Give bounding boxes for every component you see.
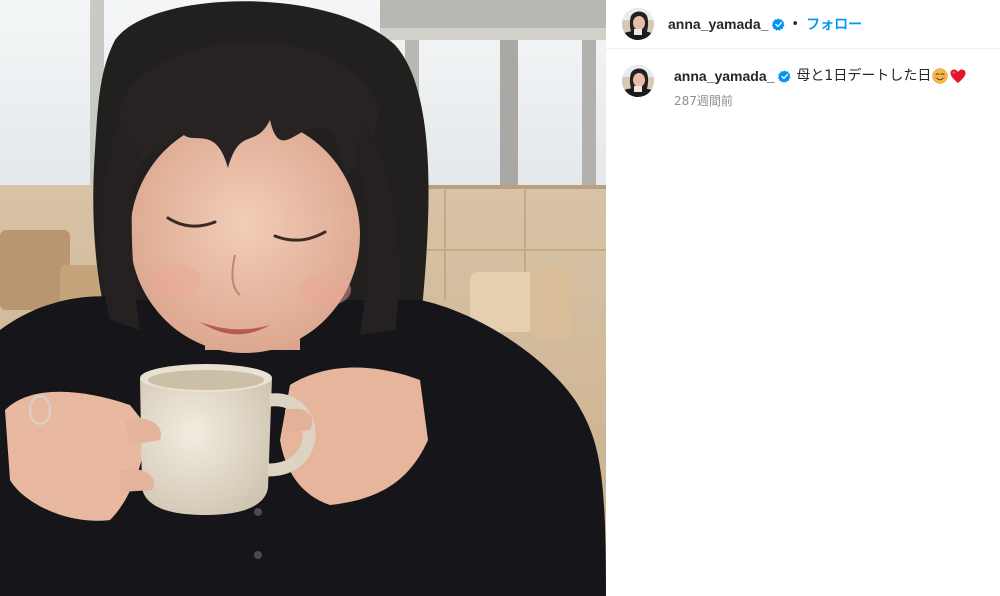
smiling-face-emoji-icon (932, 68, 949, 84)
header-separator: • (791, 16, 800, 32)
verified-badge-icon (772, 17, 785, 31)
post-side-panel: anna_yamada_ • フォロー anna_yamada_ 母と1日デート… (606, 0, 1000, 596)
post-header: anna_yamada_ • フォロー (606, 0, 1000, 49)
verified-badge-icon (778, 69, 791, 83)
avatar[interactable] (622, 65, 654, 97)
post-photo[interactable] (0, 0, 606, 596)
caption-comment: anna_yamada_ 母と1日デートした日 287週間前 (606, 49, 1000, 109)
follow-button[interactable]: フォロー (806, 14, 862, 34)
post-timestamp[interactable]: 287週間前 (674, 92, 966, 109)
caption-text: 母と1日デートした日 (796, 68, 932, 84)
red-heart-emoji-icon (950, 69, 966, 83)
header-username[interactable]: anna_yamada_ (668, 16, 768, 32)
caption-line: anna_yamada_ 母と1日デートした日 (674, 67, 966, 85)
caption-username[interactable]: anna_yamada_ (674, 67, 774, 85)
avatar[interactable] (622, 8, 654, 40)
